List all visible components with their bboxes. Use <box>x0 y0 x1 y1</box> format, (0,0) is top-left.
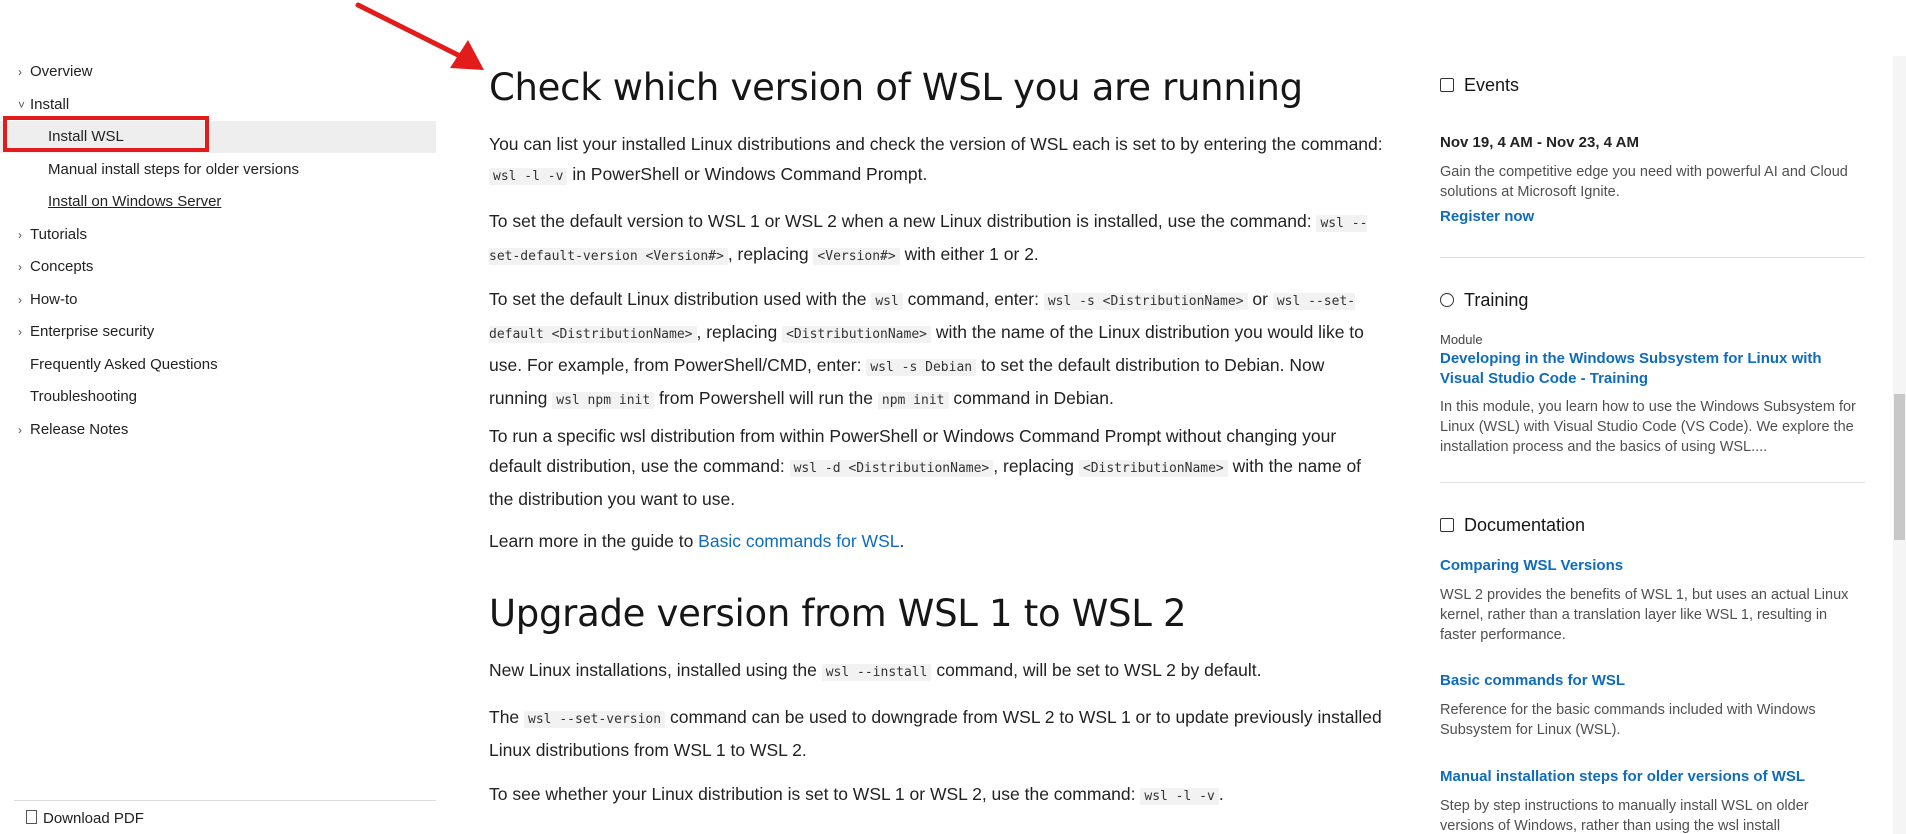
nav-label: Frequently Asked Questions <box>30 356 218 373</box>
code-snippet: wsl --install <box>821 664 932 681</box>
left-navigation: › Overview ˅ Install Install WSL Manual in… <box>0 0 436 834</box>
training-heading: Training <box>1440 287 1528 313</box>
book-icon <box>1440 518 1454 532</box>
chevron-right-icon: › <box>18 228 22 242</box>
register-now-link[interactable]: Register now <box>1440 207 1865 227</box>
nav-label: Troubleshooting <box>30 388 138 405</box>
paragraph: To set the default version to WSL 1 or W… <box>489 211 1368 265</box>
training-kind: Module <box>1440 332 1483 347</box>
doc-description: WSL 2 provides the benefits of WSL 1, bu… <box>1440 587 1849 643</box>
red-arrow-annotation <box>355 2 484 70</box>
nav-item-tutorials[interactable]: › Tutorials <box>18 223 87 247</box>
chevron-right-icon: › <box>18 293 22 307</box>
code-snippet: <Version#> <box>813 248 900 265</box>
chevron-right-icon: › <box>18 65 22 79</box>
code-snippet: wsl -s <DistributionName> <box>1043 293 1248 310</box>
paragraph: To run a specific wsl distribution from … <box>489 426 1362 509</box>
nav-item-manual-install[interactable]: Manual install steps for older versions <box>48 158 299 182</box>
event-date: Nov 19, 4 AM - Nov 23, 4 AM <box>1440 134 1639 151</box>
highlight-annotation-box <box>3 116 209 152</box>
nav-label: Tutorials <box>30 226 87 243</box>
event-description: Gain the competitive edge you need with … <box>1440 164 1848 200</box>
nav-label: Overview <box>30 63 93 80</box>
training-description: In this module, you learn how to use the… <box>1440 399 1856 455</box>
events-heading: Events <box>1440 72 1519 98</box>
code-snippet: <DistributionName> <box>1078 460 1228 477</box>
document-icon <box>26 810 37 824</box>
nav-label: Install <box>30 96 70 113</box>
doc-description: Step by step instructions to manually in… <box>1440 798 1809 834</box>
nav-item-install-windows-server[interactable]: Install on Windows Server <box>48 190 221 214</box>
code-snippet: wsl -l -v <box>489 168 568 185</box>
nav-label: Concepts <box>30 258 94 275</box>
code-snippet: wsl npm init <box>552 392 655 409</box>
download-label: Download PDF <box>43 810 144 827</box>
paragraph: Learn more in the guide to Basic command… <box>489 531 905 551</box>
heading-upgrade-version: Upgrade version from WSL 1 to WSL 2 <box>489 592 1187 635</box>
code-snippet: wsl --set-version <box>524 711 666 728</box>
doc-link-comparing-versions[interactable]: Comparing WSL Versions <box>1440 556 1865 576</box>
nav-label: How-to <box>30 291 78 308</box>
code-snippet: wsl -d <DistributionName> <box>789 460 994 477</box>
doc-link-manual-installation[interactable]: Manual installation steps for older vers… <box>1440 767 1865 787</box>
paragraph: To set the default Linux distribution us… <box>489 289 1364 409</box>
divider <box>14 800 436 801</box>
code-snippet: wsl -l -v <box>1140 788 1219 805</box>
nav-item-overview[interactable]: › Overview <box>18 60 93 84</box>
training-icon <box>1440 293 1454 307</box>
basic-commands-link[interactable]: Basic commands for WSL <box>698 531 899 551</box>
nav-item-how-to[interactable]: › How-to <box>18 288 78 312</box>
heading-check-version: Check which version of WSL you are runni… <box>489 66 1303 109</box>
chevron-right-icon: › <box>18 325 22 339</box>
nav-label: Enterprise security <box>30 323 155 340</box>
nav-item-troubleshooting[interactable]: Troubleshooting <box>30 385 137 409</box>
nav-label: Release Notes <box>30 421 129 438</box>
nav-item-release-notes[interactable]: › Release Notes <box>18 418 129 442</box>
nav-item-faq[interactable]: Frequently Asked Questions <box>30 353 218 377</box>
scrollbar-thumb[interactable] <box>1894 394 1905 540</box>
paragraph: New Linux installations, installed using… <box>489 660 1262 681</box>
chevron-right-icon: › <box>18 260 22 274</box>
code-snippet: npm init <box>877 392 949 409</box>
code-snippet: wsl <box>871 293 903 310</box>
divider <box>1440 482 1865 483</box>
calendar-icon <box>1440 78 1454 92</box>
nav-item-enterprise-security[interactable]: › Enterprise security <box>18 320 155 344</box>
nav-item-install[interactable]: ˅ Install <box>18 93 70 117</box>
documentation-heading: Documentation <box>1440 512 1585 538</box>
download-pdf-link[interactable]: Download PDF <box>26 808 144 830</box>
paragraph: The wsl --set-version command can be use… <box>489 707 1382 760</box>
nav-item-concepts[interactable]: › Concepts <box>18 255 94 279</box>
chevron-down-icon: ˅ <box>18 98 26 112</box>
code-snippet: <DistributionName> <box>782 326 931 343</box>
paragraph: To see whether your Linux distribution i… <box>489 784 1224 805</box>
doc-link-basic-commands[interactable]: Basic commands for WSL <box>1440 671 1865 691</box>
divider <box>1440 257 1865 258</box>
doc-description: Reference for the basic commands include… <box>1440 702 1816 738</box>
code-snippet: wsl -s Debian <box>866 359 977 376</box>
training-module-link[interactable]: Developing in the Windows Subsystem for … <box>1440 349 1865 389</box>
paragraph: You can list your installed Linux distri… <box>489 134 1383 185</box>
chevron-right-icon: › <box>18 423 22 437</box>
